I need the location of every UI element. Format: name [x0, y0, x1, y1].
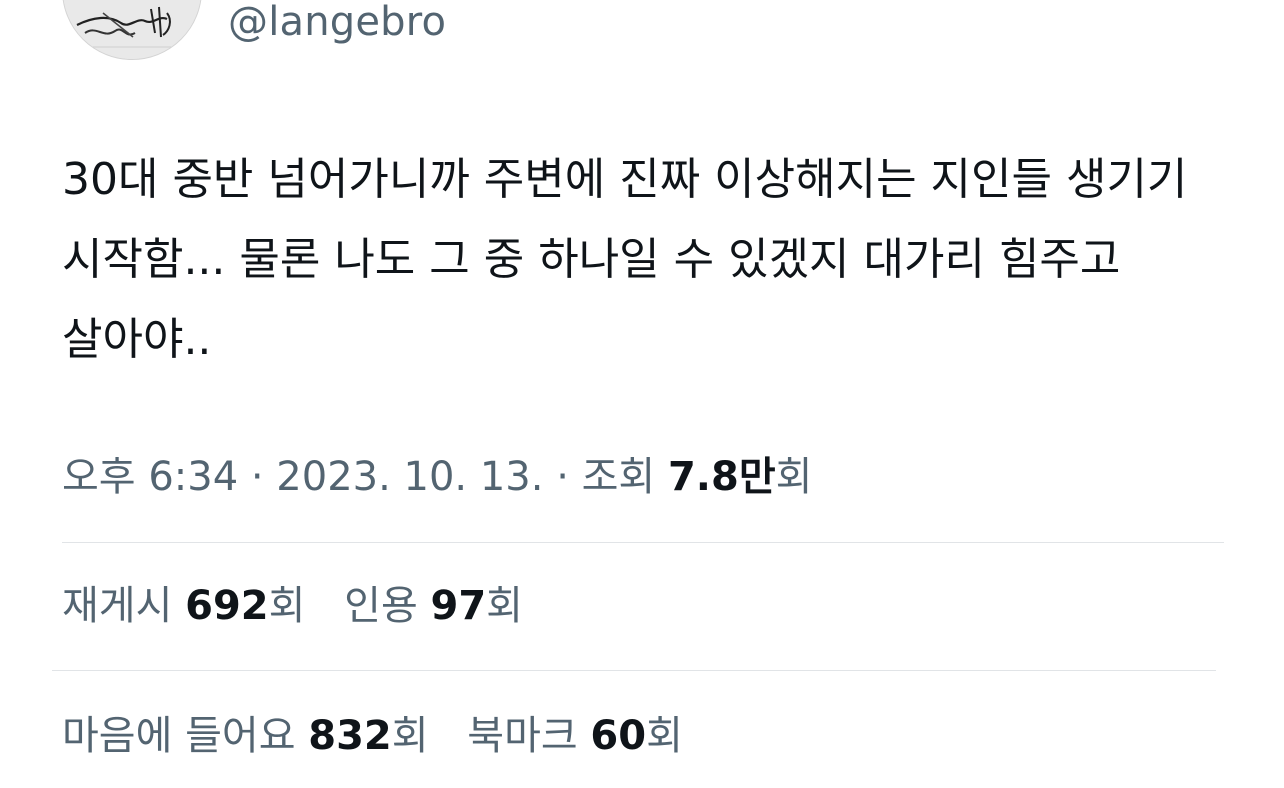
likes-unit: 회	[391, 713, 429, 759]
quotes-stat[interactable]: 인용 97회	[344, 576, 523, 636]
reposts-count: 692	[185, 583, 269, 629]
views-unit: 회	[775, 454, 813, 500]
likes-stat[interactable]: 마음에 들어요 832회	[62, 706, 429, 766]
tweet-text: 30대 중반 넘어가니까 주변에 진짜 이상해지는 지인들 생기기 시작함...…	[62, 154, 1188, 365]
meta-separator: ·	[556, 454, 569, 500]
quotes-unit: 회	[486, 583, 523, 629]
meta-separator: ·	[250, 454, 264, 500]
avatar[interactable]	[62, 0, 202, 60]
views-count: 7.8만	[667, 454, 776, 500]
views-label: 조회	[581, 454, 656, 500]
tweet-time[interactable]: 오후 6:34	[62, 454, 238, 500]
engagement-stats-row: 재게시 692회 인용 97회	[62, 576, 549, 636]
reposts-unit: 회	[268, 583, 306, 629]
likes-label: 마음에 들어요	[62, 713, 296, 759]
engagement-stats-row: 마음에 들어요 832회 북마크 60회	[62, 706, 709, 766]
quotes-label: 인용	[344, 583, 418, 629]
handwriting-sketch-avatar-icon	[63, 0, 201, 59]
quotes-count: 97	[430, 583, 487, 629]
divider	[52, 670, 1216, 671]
reposts-stat[interactable]: 재게시 692회	[62, 576, 305, 636]
bookmarks-count: 60	[590, 713, 647, 759]
bookmarks-unit: 회	[646, 713, 683, 759]
tweet-author-row: @langebro	[0, 0, 1284, 110]
tweet-meta: 오후 6:34 · 2023. 10. 13. · 조회 7.8만회	[62, 447, 812, 507]
divider	[62, 542, 1224, 543]
reposts-label: 재게시	[62, 583, 173, 629]
tweet-date[interactable]: 2023. 10. 13.	[276, 454, 543, 500]
bookmarks-stat[interactable]: 북마크 60회	[467, 706, 683, 766]
bookmarks-label: 북마크	[467, 713, 578, 759]
likes-count: 832	[308, 713, 392, 759]
author-handle[interactable]: @langebro	[228, 0, 446, 46]
